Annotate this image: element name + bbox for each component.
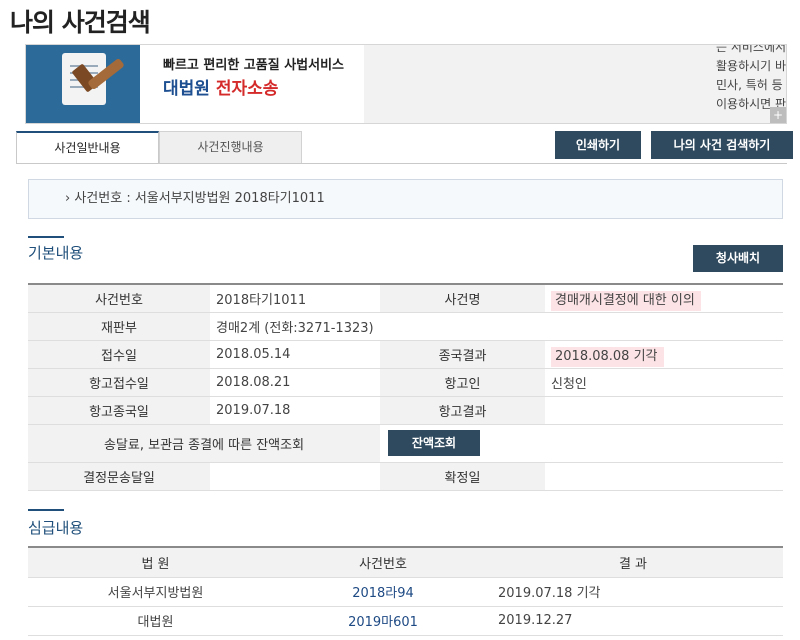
cell-result: 2019.07.18 기각 — [483, 577, 783, 607]
cell-court: 대법원 — [28, 606, 283, 636]
label-appeal-received: 항고접수일 — [28, 368, 210, 397]
label-case-no: 사건번호 — [28, 283, 210, 313]
label-fee-balance: 송달료, 보관금 종결에 따른 잔액조회 — [28, 424, 380, 463]
value-final-result: 2018.08.08 기각 — [551, 346, 664, 367]
label-appeal-final: 항고종국일 — [28, 396, 210, 425]
table-row: 사건번호 2018타기1011 사건명 경매개시결정에 대한 이의 — [28, 283, 783, 313]
value-case-name: 경매개시결정에 대한 이의 — [551, 290, 701, 311]
table-row: 서울서부지방법원 2018라94 2019.07.18 기각 — [28, 577, 783, 607]
banner-brand: 대법원 전자소송 — [163, 74, 278, 99]
value-appellant: 신청인 — [545, 368, 783, 397]
value-case-no: 2018타기1011 — [210, 283, 380, 313]
case-link[interactable]: 2019마601 — [283, 606, 483, 636]
banner-notice-panel: 는 서비스에서 제공된 사건정보는 법적인 효력이 없으니, 참고자료로만 활용… — [364, 44, 787, 123]
banner-notice-line: 는 서비스에서 제공된 사건정보는 법적인 효력이 없으니, 참고자료로만 — [716, 44, 787, 54]
table-header-row: 법 원 사건번호 결 과 — [28, 546, 783, 578]
case-link[interactable]: 2018라94 — [283, 577, 483, 607]
value-appeal-result — [545, 396, 783, 425]
trial-table: 법 원 사건번호 결 과 서울서부지방법원 2018라94 2019.07.18… — [28, 546, 783, 636]
value-appeal-final: 2019.07.18 — [210, 396, 380, 425]
basic-info-table: 사건번호 2018타기1011 사건명 경매개시결정에 대한 이의 재판부 경매… — [28, 283, 783, 491]
banner-illustration — [26, 45, 140, 123]
header-case-no: 사건번호 — [283, 546, 483, 578]
value-final-result-cell: 2018.08.08 기각 — [545, 340, 783, 369]
banner-brand-court: 대법원 — [163, 79, 210, 99]
banner-notice-line: 민사, 특허 등 전자소송으로 진행되는 사건에 대해서는 전자소송 홈페이지를 — [716, 78, 786, 92]
table-row: 재판부 경매2계 (전화:3271-1323) — [28, 312, 783, 341]
section-title-basic: 기본내용 — [28, 244, 84, 262]
label-case-name: 사건명 — [380, 283, 545, 313]
e-litigation-banner[interactable]: 빠르고 편리한 고품질 사법서비스 대법원 전자소송 는 서비스에서 제공된 사… — [25, 44, 787, 124]
value-appeal-received: 2018.08.21 — [210, 368, 380, 397]
table-row: 결정문송달일 확정일 — [28, 462, 783, 491]
value-received: 2018.05.14 — [210, 340, 380, 369]
label-appeal-result: 항고결과 — [380, 396, 545, 425]
plus-icon[interactable]: + — [770, 107, 786, 123]
bullet: › — [65, 191, 75, 206]
table-row: 접수일 2018.05.14 종국결과 2018.08.08 기각 — [28, 340, 783, 369]
office-layout-button[interactable]: 청사배치 — [693, 245, 783, 272]
label-confirmed: 확정일 — [380, 462, 545, 491]
table-row: 송달료, 보관금 종결에 따른 잔액조회 잔액조회 — [28, 424, 783, 463]
banner-notice-line: 활용하시기 바랍니다. — [716, 59, 787, 73]
value-decision-served — [210, 462, 380, 491]
balance-check-cell: 잔액조회 — [380, 424, 783, 463]
label-appellant: 항고인 — [380, 368, 545, 397]
value-confirmed — [545, 462, 783, 491]
section-marker — [28, 509, 64, 511]
tab-divider — [16, 163, 787, 164]
header-result: 결 과 — [483, 546, 783, 578]
label-final-result: 종국결과 — [380, 340, 545, 369]
tab-case-progress[interactable]: 사건진행내용 — [159, 131, 302, 164]
print-button[interactable]: 인쇄하기 — [555, 131, 641, 159]
my-case-search-button[interactable]: 나의 사건 검색하기 — [651, 131, 793, 159]
page-title: 나의 사건검색 — [10, 8, 151, 37]
label-decision-served: 결정문송달일 — [28, 462, 210, 491]
value-case-name-cell: 경매개시결정에 대한 이의 — [545, 283, 783, 313]
balance-check-button[interactable]: 잔액조회 — [388, 430, 480, 456]
table-row: 항고종국일 2019.07.18 항고결과 — [28, 396, 783, 425]
table-row: 항고접수일 2018.08.21 항고인 신청인 — [28, 368, 783, 397]
section-marker — [28, 236, 64, 238]
header-court: 법 원 — [28, 546, 283, 578]
case-number-box: › 사건번호 : 서울서부지방법원 2018타기1011 — [28, 179, 783, 219]
banner-brand-service: 전자소송 — [215, 79, 279, 99]
label-division: 재판부 — [28, 312, 210, 341]
section-title-trial: 심급내용 — [28, 519, 84, 537]
cell-court: 서울서부지방법원 — [28, 577, 283, 607]
tab-case-general[interactable]: 사건일반내용 — [16, 131, 159, 164]
cell-result: 2019.12.27 — [483, 606, 783, 636]
value-division: 경매2계 (전화:3271-1323) — [210, 312, 783, 341]
case-number-text: 사건번호 : 서울서부지방법원 2018타기1011 — [74, 191, 325, 206]
table-row: 대법원 2019마601 2019.12.27 — [28, 606, 783, 636]
banner-slogan: 빠르고 편리한 고품질 사법서비스 — [163, 58, 345, 73]
label-received: 접수일 — [28, 340, 210, 369]
